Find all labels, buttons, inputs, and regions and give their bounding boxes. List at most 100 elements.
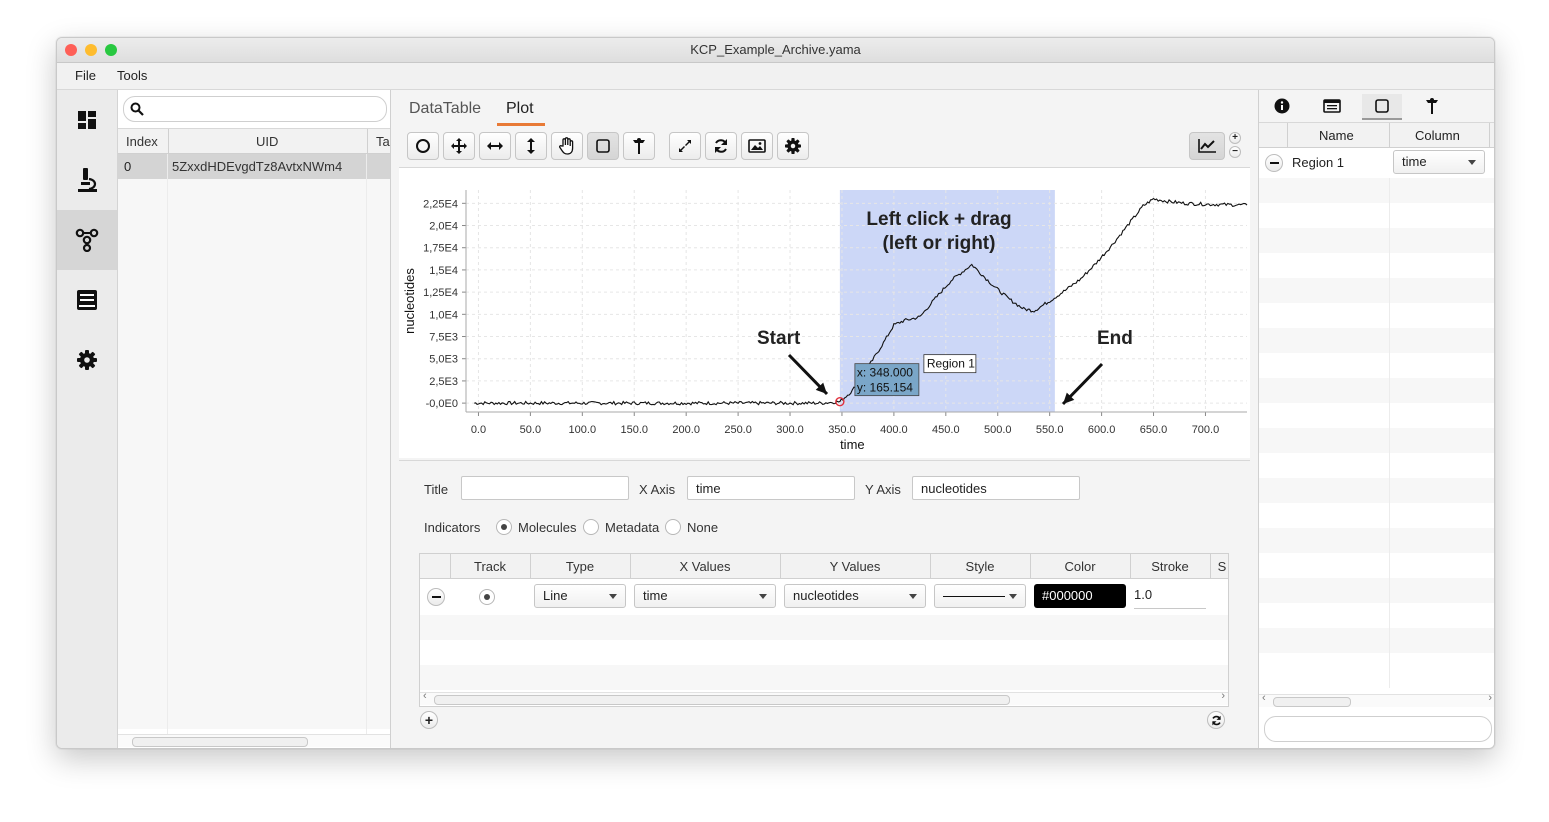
column-header-s[interactable]: S — [1215, 559, 1229, 574]
tab-list[interactable] — [1312, 94, 1352, 118]
x-tick-label: 0.0 — [471, 424, 486, 436]
add-series-button[interactable]: + — [420, 711, 438, 729]
column-header-style[interactable]: Style — [930, 559, 1030, 574]
plot-chart[interactable]: 0.0 50.0 100.0 150.0 200.0 250.0 300.0 350.0 400… — [399, 168, 1250, 458]
x-tick-label: 300.0 — [776, 424, 804, 436]
column-header-column[interactable]: Column — [1415, 128, 1460, 143]
yaxis-field[interactable]: nucleotides — [912, 476, 1080, 500]
scale-x-button[interactable] — [479, 132, 511, 160]
pan-tool-button[interactable] — [443, 132, 475, 160]
tab-plot[interactable]: Plot — [506, 100, 534, 118]
scrollbar-thumb[interactable] — [434, 695, 1010, 705]
style-combo[interactable] — [934, 584, 1026, 608]
track-radio[interactable] — [479, 589, 495, 605]
remove-plot-button[interactable]: − — [1229, 146, 1241, 158]
column-header-track[interactable]: Track — [450, 559, 530, 574]
tab-datatable[interactable]: DataTable — [409, 100, 481, 118]
scrollbar-thumb[interactable] — [132, 737, 308, 747]
table-row-empty — [118, 529, 390, 554]
regions-filter-field[interactable] — [1264, 716, 1492, 742]
xaxis-field[interactable]: time — [687, 476, 855, 500]
radio-none[interactable] — [665, 519, 681, 535]
scale-y-button[interactable] — [515, 132, 547, 160]
radio-metadata-label: Metadata — [605, 520, 660, 535]
menu-file[interactable]: File — [75, 68, 96, 83]
refresh-series-button[interactable] — [1207, 711, 1225, 729]
table-row[interactable]: Line time nucleotides #000000 1.0 — [420, 579, 1228, 615]
export-image-button[interactable] — [741, 132, 773, 160]
x-tick-label: 650.0 — [1140, 424, 1168, 436]
radio-metadata[interactable] — [583, 519, 599, 535]
circle-tool-button[interactable] — [407, 132, 439, 160]
radio-molecules[interactable] — [496, 519, 512, 535]
column-header-yvalues[interactable]: Y Values — [780, 559, 930, 574]
table-row-empty — [118, 579, 390, 604]
scroll-left-icon: ‹ — [1262, 692, 1266, 704]
table-row[interactable]: 0 5ZxxdHDEvgdTz8AvtxNWm4 — [118, 154, 390, 179]
add-plot-button[interactable]: + — [1229, 132, 1241, 144]
column-header-uid[interactable]: UID — [256, 134, 278, 149]
scrollbar-thumb[interactable] — [1273, 697, 1351, 707]
column-header-color[interactable]: Color — [1030, 559, 1130, 574]
nav-settings[interactable] — [57, 330, 117, 390]
remove-series-button[interactable] — [427, 588, 445, 606]
column-divider — [630, 554, 631, 578]
title-field[interactable] — [461, 476, 629, 500]
type-combo[interactable]: Line — [534, 584, 626, 608]
move-tool-icon — [451, 138, 467, 154]
tab-regions[interactable] — [1362, 94, 1402, 120]
color-picker[interactable]: #000000 — [1034, 584, 1126, 608]
series-table-hscrollbar[interactable]: ‹ › — [420, 690, 1228, 705]
tab-positions[interactable] — [1412, 94, 1452, 118]
scroll-right-icon: › — [1488, 692, 1492, 704]
column-header-stroke[interactable]: Stroke — [1130, 559, 1210, 574]
stroke-field[interactable]: 1.0 — [1134, 584, 1206, 609]
y-tick-label: -0,0E0 — [426, 398, 458, 410]
table-row[interactable]: Region 1 time — [1259, 148, 1494, 178]
radio-molecules-label: Molecules — [518, 520, 577, 535]
column-header-name[interactable]: Name — [1319, 128, 1354, 143]
close-window-button[interactable] — [65, 44, 77, 56]
table-row-empty — [1259, 278, 1494, 303]
region-column-combo[interactable]: time — [1393, 150, 1485, 174]
column-header-tags[interactable]: Ta — [376, 134, 390, 149]
molecule-list-hscrollbar[interactable] — [118, 734, 390, 747]
refresh-button[interactable] — [705, 132, 737, 160]
column-header-type[interactable]: Type — [530, 559, 630, 574]
molecule-table-body: 0 5ZxxdHDEvgdTz8AvtxNWm4 — [118, 154, 390, 734]
column-divider — [1389, 123, 1390, 147]
regions-hscrollbar[interactable]: ‹ › — [1259, 692, 1494, 707]
y-tick-label: 1,5E4 — [429, 265, 458, 277]
column-header-index[interactable]: Index — [126, 134, 158, 149]
table-row-empty — [118, 354, 390, 379]
menu-tools[interactable]: Tools — [117, 68, 147, 83]
region-select-button[interactable] — [587, 132, 619, 160]
plot-canvas-container[interactable]: 0.0 50.0 100.0 150.0 200.0 250.0 300.0 350.0 400… — [399, 167, 1250, 458]
position-marker-button[interactable] — [623, 132, 655, 160]
plot-type-button[interactable] — [1189, 132, 1225, 160]
plot-properties-panel: Title X Axis time Y Axis nucleotides Ind… — [399, 460, 1250, 748]
nav-dashboard[interactable] — [57, 90, 117, 150]
remove-region-button[interactable] — [1265, 154, 1283, 172]
hand-tool-button[interactable] — [551, 132, 583, 160]
position-marker-icon — [633, 138, 645, 154]
zoom-window-button[interactable] — [105, 44, 117, 56]
minimize-window-button[interactable] — [85, 44, 97, 56]
column-divider — [1030, 554, 1031, 578]
region-name[interactable]: Region 1 — [1292, 155, 1344, 170]
nav-image-metadata[interactable] — [57, 150, 117, 210]
yvalues-combo[interactable]: nucleotides — [784, 584, 926, 608]
tab-info[interactable] — [1262, 94, 1302, 118]
xvalues-combo[interactable]: time — [634, 584, 776, 608]
image-export-icon — [748, 139, 766, 153]
molecule-list-panel: Index UID Ta 0 5ZxxdHDEvgdTz8AvtxNWm4 — [118, 90, 391, 748]
x-tick-label: 500.0 — [984, 424, 1012, 436]
molecule-search-field[interactable] — [123, 96, 387, 122]
window-title: KCP_Example_Archive.yama — [690, 42, 861, 57]
nav-molecules[interactable] — [57, 210, 117, 270]
fit-to-view-button[interactable] — [669, 132, 701, 160]
region-label: Region 1 — [927, 357, 975, 371]
nav-archive-info[interactable] — [57, 270, 117, 330]
column-header-xvalues[interactable]: X Values — [630, 559, 780, 574]
plot-settings-button[interactable] — [777, 132, 809, 160]
